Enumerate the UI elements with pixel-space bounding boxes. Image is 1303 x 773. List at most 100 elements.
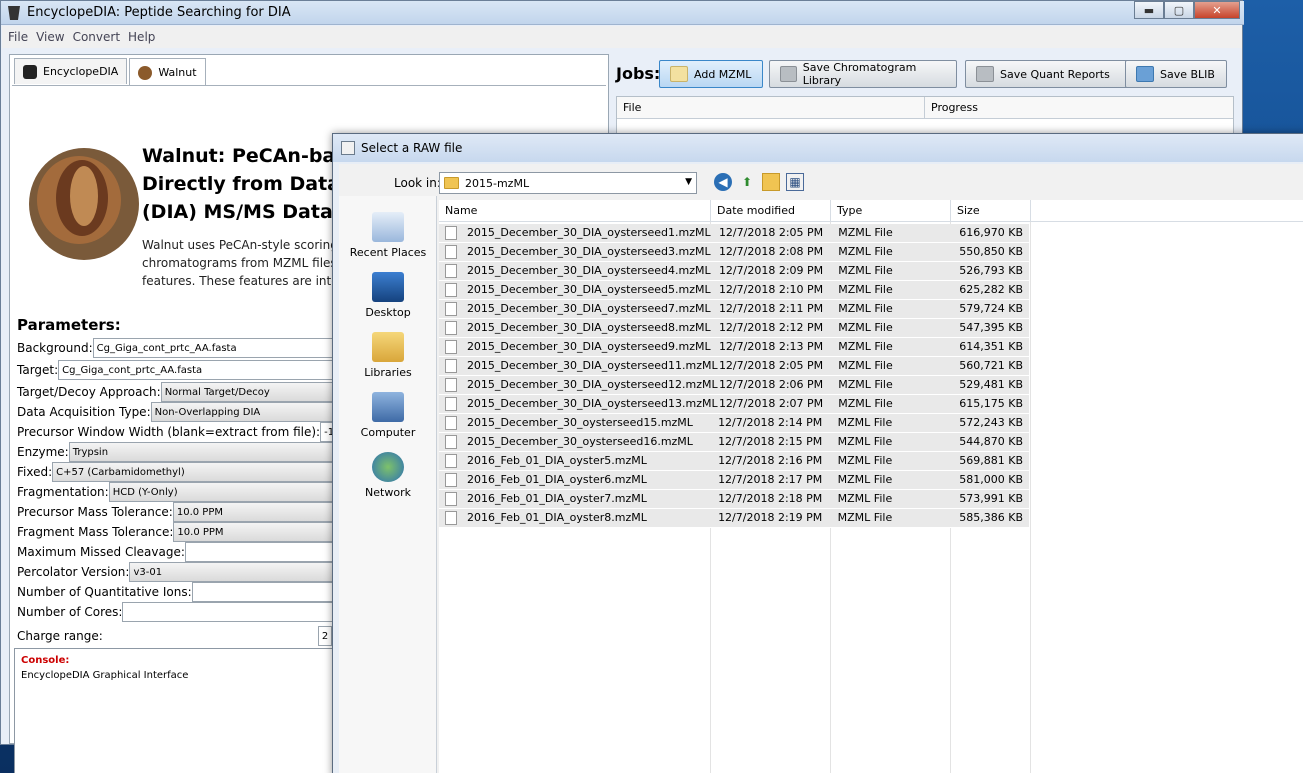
- file-list-header: Name Date modified Type Size: [439, 200, 1303, 222]
- file-type: MZML File: [837, 473, 893, 486]
- column-name[interactable]: Name: [439, 200, 711, 222]
- file-type: MZML File: [837, 454, 893, 467]
- file-date: 12/7/2018 2:16 PM: [718, 454, 823, 467]
- new-folder-icon[interactable]: [762, 173, 780, 191]
- fragment-tolerance-select[interactable]: 10.0 PPM: [173, 522, 334, 542]
- file-row[interactable]: 2016_Feb_01_DIA_oyster7.mzML 12/7/2018 2:…: [439, 490, 1029, 509]
- save-blib-button[interactable]: Save BLIB: [1125, 60, 1227, 88]
- file-row[interactable]: 2015_December_30_oysterseed15.mzML 12/7/2…: [439, 414, 1029, 433]
- column-file[interactable]: File: [617, 97, 925, 118]
- file-row[interactable]: 2015_December_30_oysterseed16.mzML 12/7/2…: [439, 433, 1029, 452]
- param-quantitative-ions: Number of Quantitative Ions:: [17, 582, 347, 602]
- param-label: Data Acquisition Type:: [17, 405, 151, 419]
- enzyme-select[interactable]: Trypsin: [68, 442, 339, 462]
- view-menu-icon[interactable]: ▦: [786, 173, 804, 191]
- menu-view[interactable]: View: [36, 30, 64, 44]
- minimize-button[interactable]: ▬: [1134, 1, 1164, 19]
- column-date-modified[interactable]: Date modified: [711, 200, 831, 222]
- walnut-image: [29, 148, 139, 260]
- database-icon: [976, 66, 994, 82]
- missed-cleavage-field[interactable]: [184, 542, 340, 562]
- file-row[interactable]: 2015_December_30_DIA_oysterseed7.mzML 12/…: [439, 300, 1029, 319]
- file-icon: [445, 454, 457, 468]
- back-icon[interactable]: ◀: [714, 173, 732, 191]
- up-folder-icon[interactable]: ⬆: [738, 173, 756, 191]
- save-chromatogram-library-button[interactable]: Save Chromatogram Library: [769, 60, 957, 88]
- file-row[interactable]: 2016_Feb_01_DIA_oyster8.mzML 12/7/2018 2:…: [439, 509, 1029, 528]
- file-name: 2015_December_30_DIA_oysterseed4.mzML: [466, 264, 711, 277]
- file-row[interactable]: 2015_December_30_DIA_oysterseed4.mzML 12/…: [439, 262, 1029, 281]
- close-button[interactable]: ✕: [1194, 1, 1240, 19]
- param-fixed: Fixed: C+57 (Carbamidomethyl): [17, 462, 338, 482]
- tab-encyclopedia[interactable]: EncyclopeDIA: [14, 58, 128, 84]
- param-missed-cleavage: Maximum Missed Cleavage:: [17, 542, 340, 562]
- column-type[interactable]: Type: [831, 200, 951, 222]
- menu-convert[interactable]: Convert: [73, 30, 120, 44]
- dialog-title-bar: Select a RAW file: [333, 134, 1303, 162]
- file-row[interactable]: 2016_Feb_01_DIA_oyster5.mzML 12/7/2018 2:…: [439, 452, 1029, 471]
- save-quant-reports-label: Save Quant Reports: [1000, 67, 1110, 81]
- fragmentation-select[interactable]: HCD (Y-Only): [108, 482, 339, 502]
- save-quant-reports-button[interactable]: Save Quant Reports: [965, 60, 1129, 88]
- param-number-of-cores: Number of Cores:: [17, 602, 341, 622]
- file-name: 2015_December_30_DIA_oysterseed11.mzML: [466, 359, 718, 372]
- file-icon: [445, 321, 457, 335]
- file-icon: [445, 226, 457, 240]
- file-row[interactable]: 2015_December_30_DIA_oysterseed5.mzML 12/…: [439, 281, 1029, 300]
- file-row[interactable]: 2015_December_30_DIA_oysterseed1.mzML 12/…: [439, 224, 1029, 243]
- file-size: 625,282 KB: [959, 283, 1024, 296]
- file-size: 616,970 KB: [959, 226, 1024, 239]
- precursor-tolerance-select[interactable]: 10.0 PPM: [172, 502, 333, 522]
- file-type: MZML File: [838, 264, 893, 277]
- file-icon: [445, 283, 457, 297]
- acquisition-type-select[interactable]: Non-Overlapping DIA: [150, 402, 341, 422]
- file-date: 12/7/2018 2:12 PM: [718, 321, 824, 334]
- tab-walnut[interactable]: Walnut: [129, 58, 206, 86]
- place-libraries[interactable]: Libraries: [339, 332, 437, 379]
- column-spacer: [1031, 200, 1303, 222]
- place-network[interactable]: Network: [339, 452, 437, 499]
- place-computer[interactable]: Computer: [339, 392, 437, 439]
- file-name: 2015_December_30_DIA_oysterseed5.mzML: [466, 283, 711, 296]
- charge-range-spinner[interactable]: 2: [317, 626, 332, 646]
- file-icon: [445, 302, 457, 316]
- file-row[interactable]: 2015_December_30_DIA_oysterseed12.mzML 12…: [439, 376, 1029, 395]
- target-decoy-select[interactable]: Normal Target/Decoy: [160, 382, 341, 402]
- file-icon: [445, 397, 457, 411]
- maximize-button[interactable]: ▢: [1164, 1, 1194, 19]
- window-title: EncyclopeDIA: Peptide Searching for DIA: [27, 5, 291, 20]
- file-row[interactable]: 2016_Feb_01_DIA_oyster6.mzML 12/7/2018 2:…: [439, 471, 1029, 490]
- place-label: Libraries: [364, 366, 412, 379]
- background-field[interactable]: Cg_Giga_cont_prtc_AA.fasta: [92, 338, 343, 358]
- number-of-cores-field[interactable]: [122, 602, 341, 622]
- fixed-select[interactable]: C+57 (Carbamidomethyl): [52, 462, 338, 482]
- place-label: Recent Places: [349, 246, 427, 259]
- encyclopedia-icon: [23, 64, 37, 79]
- file-row[interactable]: 2015_December_30_DIA_oysterseed9.mzML 12/…: [439, 338, 1029, 357]
- target-field[interactable]: Cg_Giga_cont_prtc_AA.fasta: [58, 360, 339, 380]
- file-date: 12/7/2018 2:07 PM: [718, 397, 824, 410]
- look-in-select[interactable]: 2015-mzML ▼: [439, 172, 697, 194]
- param-label: Fragment Mass Tolerance:: [17, 525, 174, 539]
- file-row[interactable]: 2015_December_30_DIA_oysterseed11.mzML 12…: [439, 357, 1029, 376]
- place-desktop[interactable]: Desktop: [339, 272, 437, 319]
- file-row[interactable]: 2015_December_30_DIA_oysterseed8.mzML 12/…: [439, 319, 1029, 338]
- param-label: Background:: [17, 341, 93, 355]
- file-row[interactable]: 2015_December_30_DIA_oysterseed3.mzML 12/…: [439, 243, 1029, 262]
- menu-file[interactable]: File: [8, 30, 28, 44]
- column-progress[interactable]: Progress: [925, 97, 1233, 118]
- quantitative-ions-field[interactable]: [191, 582, 347, 602]
- file-row[interactable]: 2015_December_30_DIA_oysterseed13.mzML 12…: [439, 395, 1029, 414]
- param-label: Number of Quantitative Ions:: [17, 585, 192, 599]
- percolator-version-select[interactable]: v3-01: [129, 562, 340, 582]
- column-size[interactable]: Size: [951, 200, 1031, 222]
- file-icon: [445, 473, 457, 487]
- file-date: 12/7/2018 2:14 PM: [718, 416, 823, 429]
- tab-encyclopedia-label: EncyclopeDIA: [43, 65, 119, 78]
- place-recent-places[interactable]: Recent Places: [339, 212, 437, 259]
- menu-help[interactable]: Help: [128, 30, 155, 44]
- add-mzml-button[interactable]: Add MZML: [659, 60, 763, 88]
- file-name: 2015_December_30_DIA_oysterseed3.mzML: [466, 245, 711, 258]
- file-size: 544,870 KB: [959, 435, 1023, 448]
- console-title: Console:: [21, 655, 70, 666]
